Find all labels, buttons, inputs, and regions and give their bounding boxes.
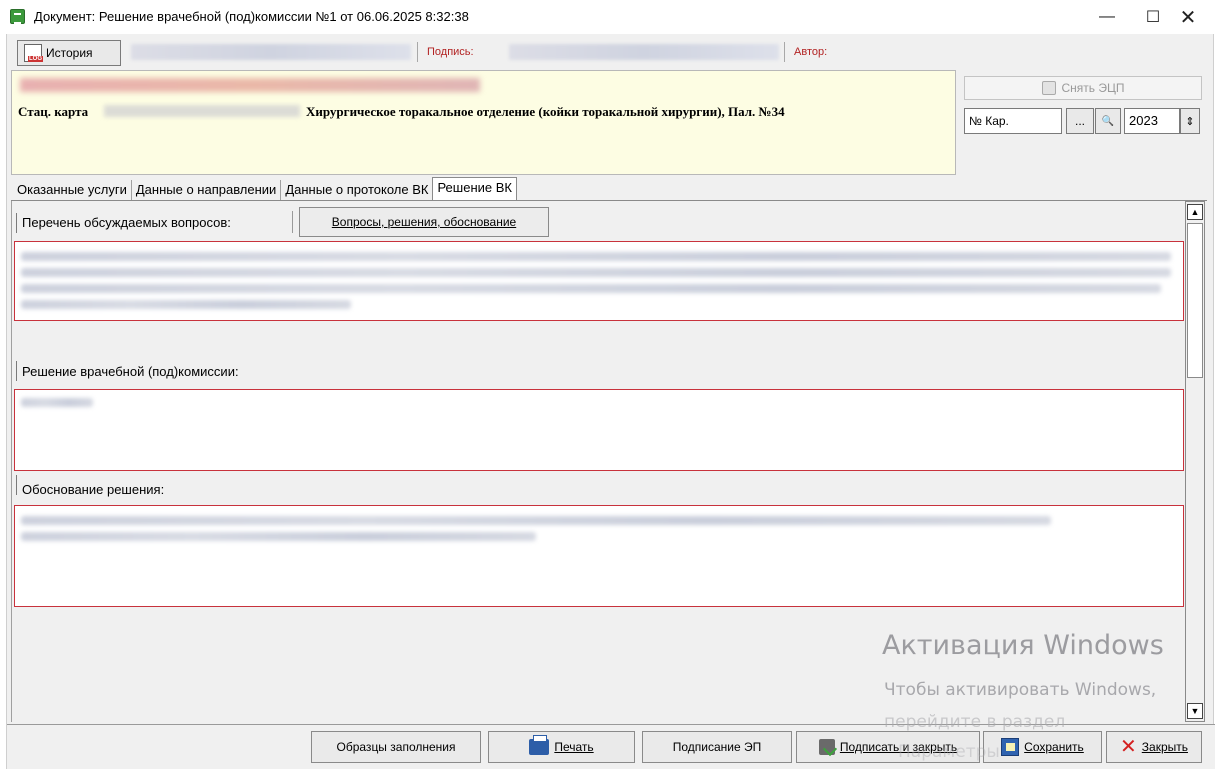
close-button[interactable]: ✕ Закрыть <box>1106 731 1202 763</box>
year-spin-icon[interactable]: ⇕ <box>1180 108 1200 134</box>
browse-button[interactable]: ... <box>1066 108 1094 134</box>
vertical-scrollbar[interactable]: ▲ ▼ <box>1185 201 1205 722</box>
document-app-icon <box>10 9 25 24</box>
sign-ep-button[interactable]: Подписание ЭП <box>642 731 792 763</box>
save-button[interactable]: Сохранить <box>983 731 1102 763</box>
questions-button-label: Вопросы, решения, обоснование <box>331 215 517 229</box>
department-label: Хирургическое торакальное отделение (кой… <box>306 104 785 119</box>
save-icon <box>1001 738 1020 756</box>
card-label: Стац. карта <box>18 104 89 119</box>
log-icon <box>24 44 43 62</box>
redacted-text <box>21 284 1161 293</box>
questions-text-area[interactable] <box>14 241 1184 321</box>
section-marker <box>16 213 17 233</box>
redacted-text <box>21 300 351 309</box>
card-number-input[interactable]: № Кар. <box>964 108 1062 134</box>
signature-label: Подпись: <box>427 46 474 58</box>
redacted-text <box>21 252 1171 261</box>
justification-label: Обоснование решения: <box>22 482 165 497</box>
divider <box>784 42 785 62</box>
questions-button[interactable]: Вопросы, решения, обоснование <box>299 207 549 237</box>
section-marker <box>16 361 17 381</box>
questions-label: Перечень обсуждаемых вопросов: <box>22 215 231 230</box>
divider <box>292 211 293 233</box>
patient-info-panel: Стац. карта Хирургическое торакальное от… <box>11 70 956 175</box>
print-button[interactable]: Печать <box>488 731 635 763</box>
scroll-thumb[interactable] <box>1187 223 1203 378</box>
tab-protocol[interactable]: Данные о протоколе ВК <box>281 180 432 200</box>
year-input[interactable]: 2023 <box>1124 108 1180 134</box>
window-title: Документ: Решение врачебной (под)комисси… <box>34 9 469 24</box>
templates-button-label: Образцы заполнения <box>336 740 456 754</box>
print-button-label: Печать <box>554 740 594 754</box>
save-button-label: Сохранить <box>1024 740 1084 754</box>
printer-icon <box>529 735 550 755</box>
redacted-text <box>21 398 93 407</box>
redacted-text <box>21 516 1051 525</box>
remove-ecp-button[interactable]: Снять ЭЦП <box>964 76 1202 100</box>
close-button-label: Закрыть <box>1141 740 1188 754</box>
redacted-field <box>131 44 411 60</box>
signature-stamp-icon <box>1041 81 1056 95</box>
decision-label: Решение врачебной (под)комиссии: <box>22 364 239 379</box>
history-button[interactable]: История <box>17 40 121 66</box>
tab-services[interactable]: Оказанные услуги <box>13 180 132 200</box>
redacted-text <box>21 532 536 541</box>
remove-ecp-label: Снять ЭЦП <box>1061 81 1125 95</box>
activation-watermark-title: Активация Windows <box>882 630 1164 661</box>
activation-watermark-line: Параметры <box>898 742 1000 762</box>
tab-referral[interactable]: Данные о направлении <box>132 180 282 200</box>
justification-text-area[interactable] <box>14 505 1184 607</box>
sign-document-icon <box>818 739 835 755</box>
tab-bar: Оказанные услуги Данные о направлении Да… <box>13 177 517 200</box>
redacted-card-number <box>104 105 300 117</box>
close-icon: ✕ <box>1120 736 1137 758</box>
scroll-down-icon[interactable]: ▼ <box>1187 703 1203 719</box>
sign-ep-button-label: Подписание ЭП <box>672 740 762 754</box>
templates-button[interactable]: Образцы заполнения <box>311 731 481 763</box>
activation-watermark-line: перейдите в раздел <box>884 712 1066 732</box>
title-bar: Документ: Решение врачебной (под)комисси… <box>0 0 1221 34</box>
search-icon[interactable]: 🔍 <box>1095 108 1121 134</box>
close-window-button[interactable]: ✕ <box>1165 0 1211 34</box>
section-marker <box>16 475 17 495</box>
header-strip: История Подпись: Автор: <box>13 38 1209 66</box>
scroll-up-icon[interactable]: ▲ <box>1187 204 1203 220</box>
redacted-signature <box>509 44 779 60</box>
history-button-label: История <box>46 46 93 60</box>
activation-watermark-line: Чтобы активировать Windows, <box>884 680 1157 700</box>
redacted-patient-name <box>20 78 480 92</box>
decision-text-area[interactable] <box>14 389 1184 471</box>
redacted-text <box>21 268 1171 277</box>
divider <box>417 42 418 62</box>
author-label: Автор: <box>794 46 828 58</box>
minimize-button[interactable]: — <box>1084 0 1130 34</box>
tab-decision[interactable]: Решение ВК <box>432 177 517 200</box>
